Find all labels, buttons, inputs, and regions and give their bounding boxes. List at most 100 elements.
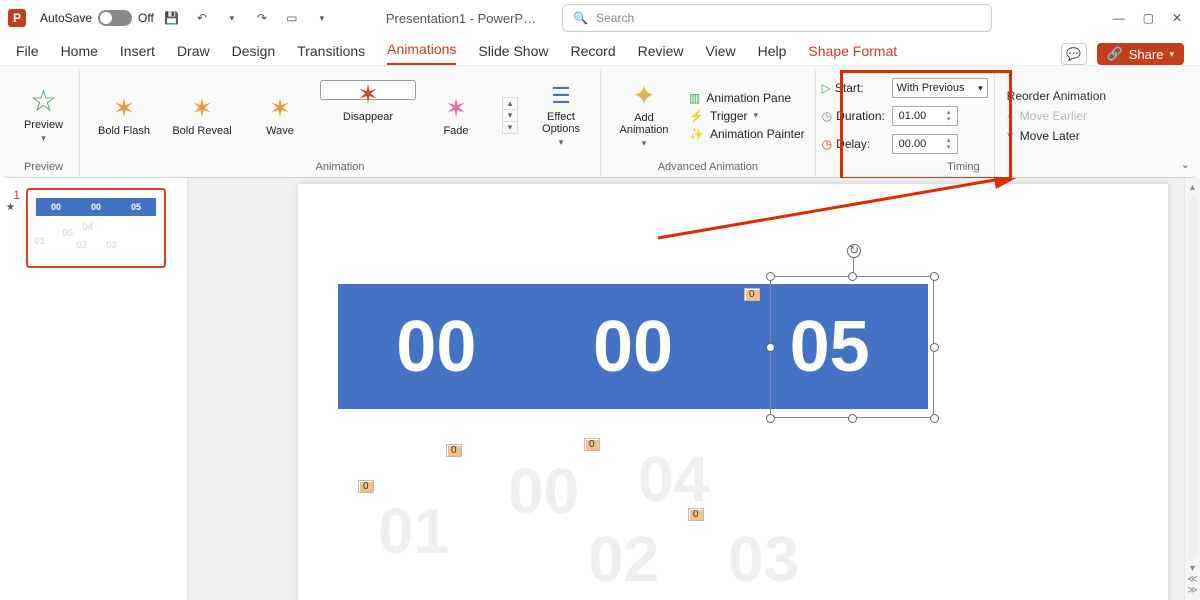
undo-menu-icon[interactable]: ▾ — [220, 6, 244, 30]
undo-icon[interactable]: ↶ — [190, 6, 214, 30]
ghost-number[interactable]: 00 — [508, 454, 579, 528]
ghost-number[interactable]: 02 — [588, 522, 659, 596]
maximize-icon[interactable]: ▢ — [1143, 11, 1154, 25]
arrow-up-icon: ˄ — [1007, 109, 1014, 123]
scroll-up-icon[interactable]: ▴ — [1190, 182, 1195, 193]
move-earlier-button: ˄ Move Earlier — [1007, 109, 1106, 123]
prev-slide-icon[interactable]: ≪ — [1187, 574, 1197, 585]
tab-review[interactable]: Review — [638, 43, 684, 65]
animation-order-tag[interactable]: 0 — [446, 444, 462, 457]
slide[interactable]: 00 00 05 0 00 0 04 0 01 0 02 — [298, 184, 1168, 600]
resize-handle[interactable] — [848, 414, 857, 423]
resize-handle[interactable] — [766, 414, 775, 423]
group-label-advanced: Advanced Animation — [658, 159, 758, 177]
slide-thumbnail-1[interactable]: 00 00 05 01 00 04 02 03 — [26, 188, 166, 268]
close-icon[interactable]: ✕ — [1172, 11, 1182, 25]
animation-order-tag[interactable]: 0 — [358, 480, 374, 493]
move-later-button[interactable]: ˅ Move Later — [1007, 129, 1106, 143]
star-icon: ✶ — [445, 95, 467, 121]
duration-value: 01.00 — [899, 110, 927, 122]
gallery-item-fade[interactable]: ✶ Fade — [418, 80, 494, 152]
animation-order-tag[interactable]: 0 — [584, 438, 600, 451]
slide-canvas[interactable]: 00 00 05 0 00 0 04 0 01 0 02 — [188, 178, 1200, 600]
toggle-icon — [98, 10, 132, 26]
painter-icon: ✨ — [689, 127, 704, 141]
resize-handle[interactable] — [766, 343, 775, 352]
tab-design[interactable]: Design — [232, 43, 276, 65]
slideshow-icon[interactable]: ▭ — [280, 6, 304, 30]
save-icon[interactable]: 💾 — [160, 6, 184, 30]
animation-order-tag[interactable]: 0 — [688, 508, 704, 521]
resize-handle[interactable] — [930, 414, 939, 423]
rotation-handle-icon[interactable] — [847, 244, 861, 258]
tab-file[interactable]: File — [16, 43, 39, 65]
spin-down-icon[interactable]: ▾ — [947, 144, 951, 151]
resize-handle[interactable] — [930, 343, 939, 352]
collapse-ribbon-icon[interactable]: ⌄ — [1181, 158, 1190, 171]
trigger-button[interactable]: ⚡ Trigger ▾ — [689, 109, 805, 123]
animation-pane-button[interactable]: ▥ Animation Pane — [689, 91, 805, 105]
resize-handle[interactable] — [766, 272, 775, 281]
comments-button[interactable]: 💬 — [1061, 43, 1087, 65]
tab-animations[interactable]: Animations — [387, 41, 456, 65]
tab-record[interactable]: Record — [570, 43, 615, 65]
tab-insert[interactable]: Insert — [120, 43, 155, 65]
gallery-item-wave[interactable]: ✶ Wave — [242, 80, 318, 152]
tab-transitions[interactable]: Transitions — [297, 43, 365, 65]
resize-handle[interactable] — [930, 272, 939, 281]
ghost-number[interactable]: 01 — [378, 494, 449, 568]
search-input[interactable]: 🔍 Search — [562, 4, 992, 32]
ghost-number[interactable]: 04 — [638, 442, 709, 516]
gallery-scroll[interactable]: ▴ ▾ ▾ — [502, 97, 518, 134]
tab-view[interactable]: View — [706, 43, 736, 65]
chevron-down-icon: ▾ — [642, 138, 647, 149]
autosave-toggle[interactable]: AutoSave Off — [40, 10, 154, 26]
next-slide-icon[interactable]: ≫ — [1187, 585, 1197, 596]
tab-slideshow[interactable]: Slide Show — [478, 43, 548, 65]
tab-shape-format[interactable]: Shape Format — [808, 43, 897, 65]
scroll-down-icon[interactable]: ▾ — [1190, 563, 1195, 574]
minimize-icon[interactable]: — — [1113, 11, 1125, 25]
add-animation-button[interactable]: ✦ Add Animation ▾ — [607, 78, 681, 153]
chevron-down-icon: ▾ — [1169, 49, 1174, 60]
redo-icon[interactable]: ↷ — [250, 6, 274, 30]
slide-thumbnails-panel[interactable]: 1 ★ 00 00 05 01 00 04 02 03 — [0, 178, 188, 600]
share-label: Share — [1129, 47, 1164, 62]
tab-home[interactable]: Home — [61, 43, 98, 65]
duration-spinner[interactable]: 01.00 ▴▾ — [892, 106, 958, 126]
start-play-icon: ▷ — [822, 81, 831, 95]
ghost-number[interactable]: 03 — [728, 522, 799, 596]
duration-clock-icon: ◷ — [822, 109, 832, 123]
animation-indicator-icon: ★ — [6, 202, 20, 213]
chevron-down-icon: ▾ — [754, 110, 759, 121]
gallery-item-disappear[interactable]: ✶ Disappear — [320, 80, 416, 100]
start-select[interactable]: With Previous ▾ — [892, 78, 988, 98]
resize-handle[interactable] — [848, 272, 857, 281]
scroll-down-icon[interactable]: ▾ — [503, 110, 517, 122]
animation-gallery[interactable]: ✶ Bold Flash ✶ Bold Reveal ✶ Wave ✶ Disa… — [86, 80, 494, 152]
effect-options-button[interactable]: ☰ Effect Options ▾ — [528, 79, 594, 152]
tab-help[interactable]: Help — [758, 43, 787, 65]
gallery-item-bold-flash[interactable]: ✶ Bold Flash — [86, 80, 162, 152]
delay-spinner[interactable]: 00.00 ▴▾ — [892, 134, 958, 154]
search-placeholder: Search — [596, 11, 634, 25]
spin-up-icon[interactable]: ▴ — [947, 137, 951, 144]
scroll-up-icon[interactable]: ▴ — [503, 98, 517, 110]
animation-painter-button[interactable]: ✨ Animation Painter — [689, 127, 805, 141]
selection-outline — [770, 276, 934, 418]
preview-star-icon: ☆ — [30, 87, 57, 117]
gallery-expand-icon[interactable]: ▾ — [503, 122, 517, 133]
qat-more-icon[interactable]: ▾ — [310, 6, 334, 30]
tab-draw[interactable]: Draw — [177, 43, 210, 65]
animation-order-tag[interactable]: 0 — [744, 288, 760, 301]
chevron-down-icon: ▾ — [559, 137, 564, 148]
share-icon: 🔗 — [1107, 46, 1123, 62]
vertical-scrollbar[interactable]: ▴ ▾ ≪ ≫ — [1184, 178, 1200, 600]
gallery-item-bold-reveal[interactable]: ✶ Bold Reveal — [164, 80, 240, 152]
share-button[interactable]: 🔗 Share ▾ — [1097, 43, 1184, 65]
preview-button[interactable]: ☆ Preview ▾ — [15, 83, 73, 148]
spin-down-icon[interactable]: ▾ — [947, 116, 951, 123]
group-label-reorder — [1055, 159, 1058, 177]
group-label-animation: Animation — [316, 159, 365, 177]
spin-up-icon[interactable]: ▴ — [947, 109, 951, 116]
